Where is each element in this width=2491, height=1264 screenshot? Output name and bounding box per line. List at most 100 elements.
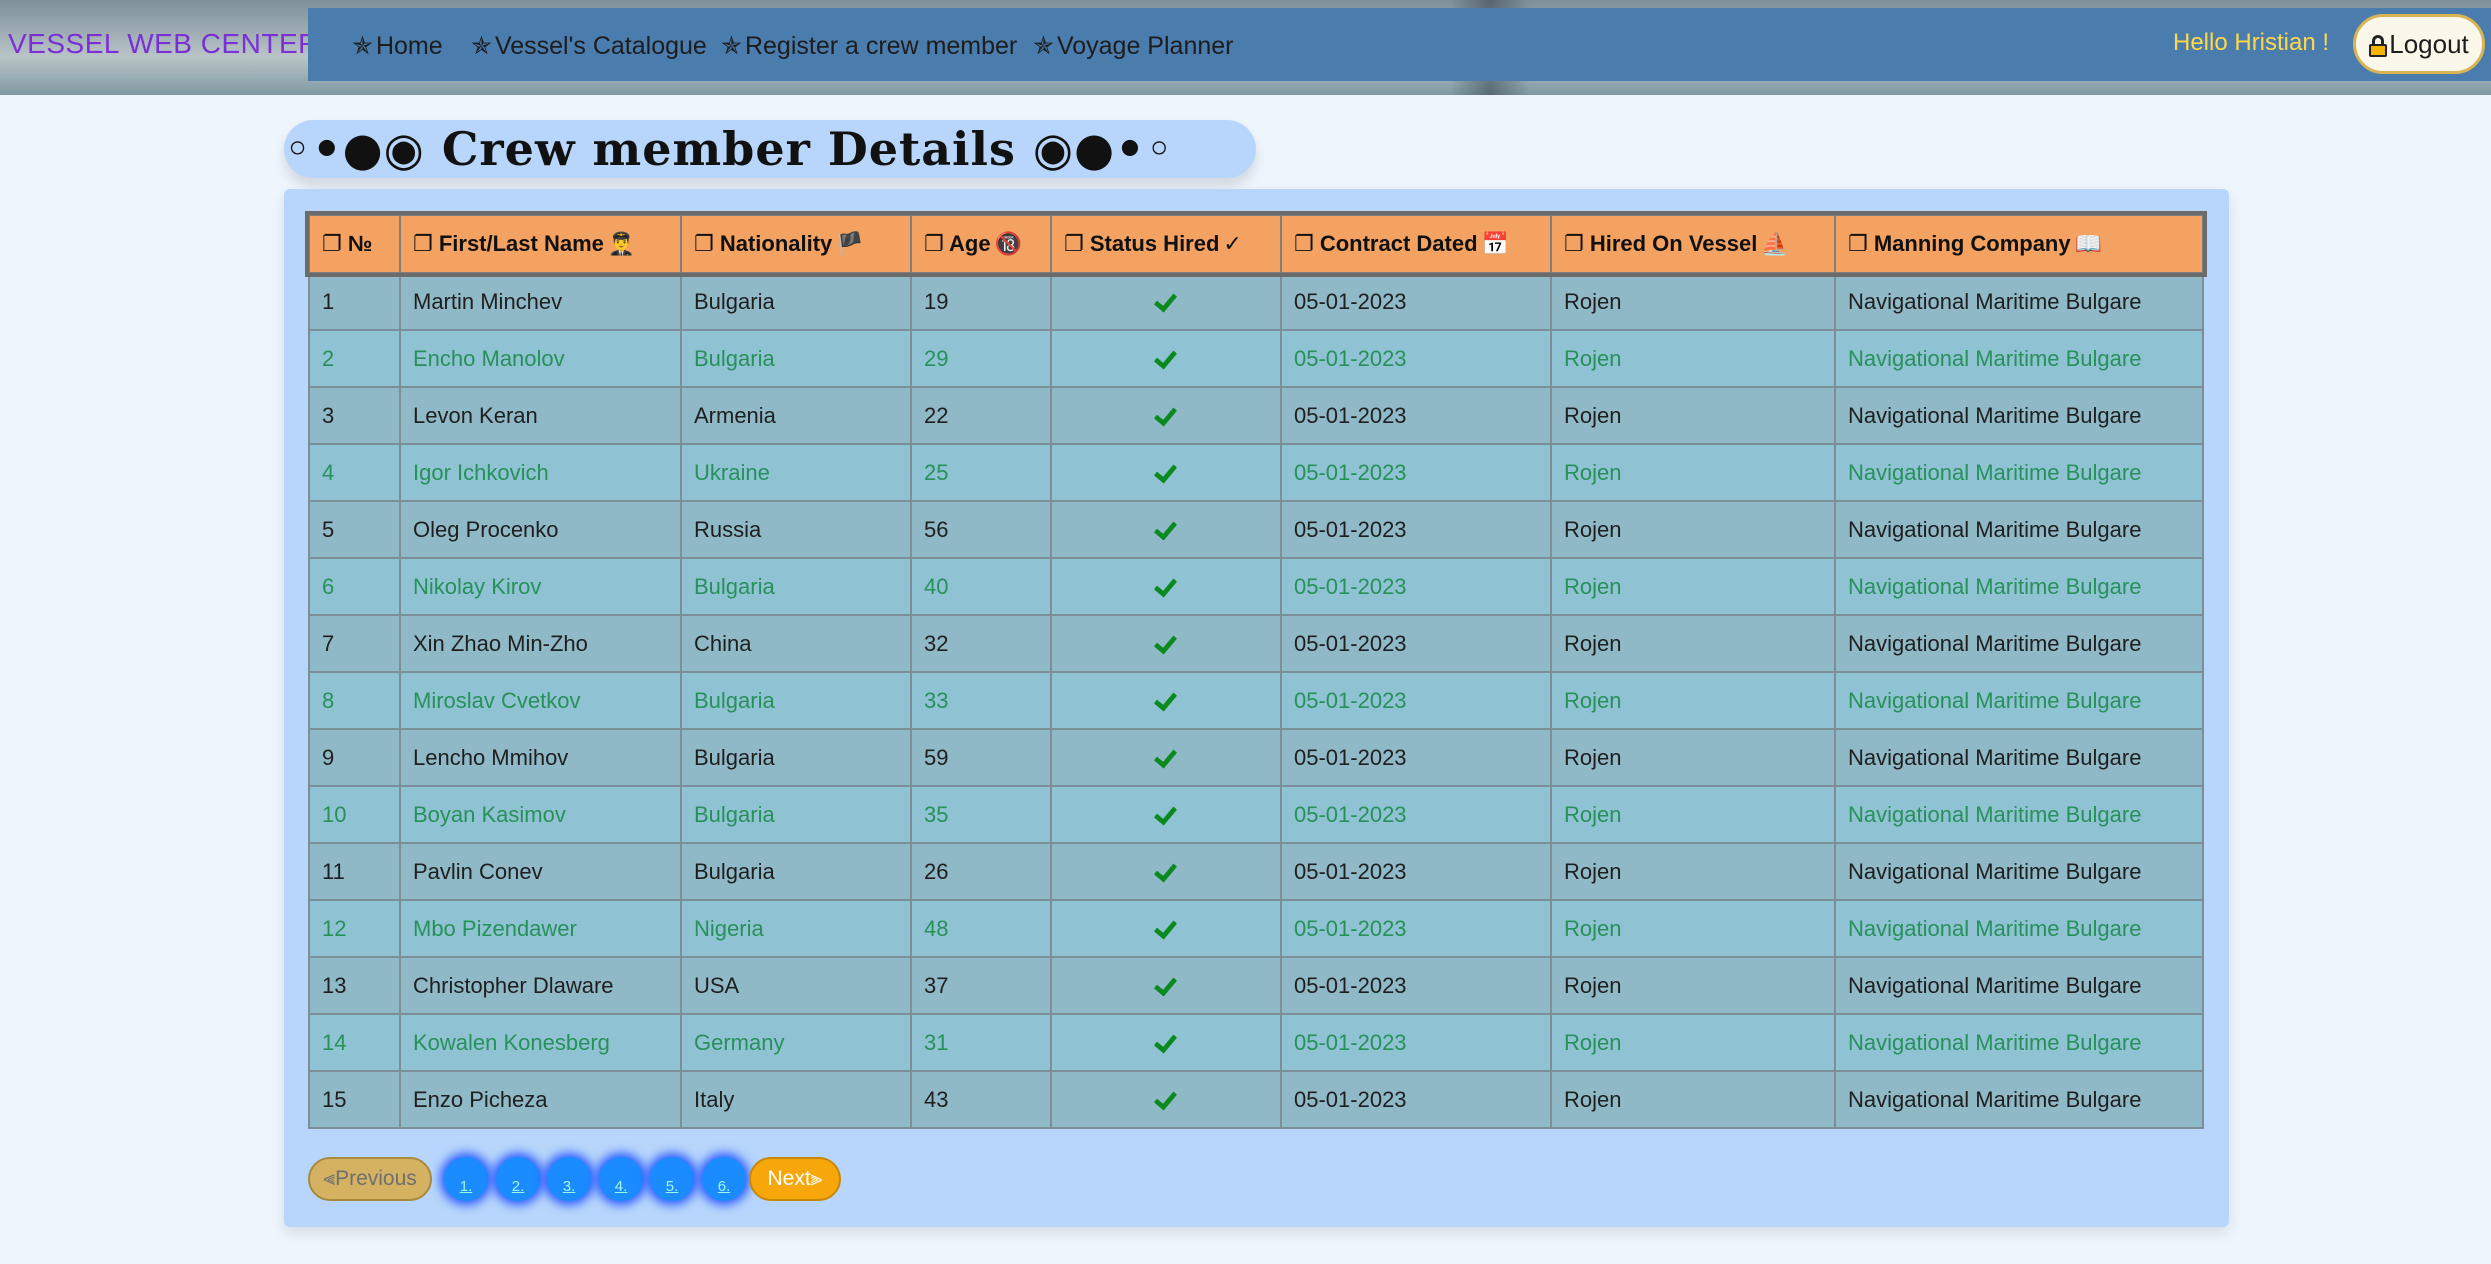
page-5-button[interactable]: 5. (650, 1157, 694, 1201)
nationality-cell: Bulgaria (680, 785, 912, 844)
nav-voyage-planner[interactable]: ✯ Voyage Planner (1033, 31, 1233, 61)
nationality-cell: Bulgaria (680, 842, 912, 901)
page-6-button[interactable]: 6. (702, 1157, 746, 1201)
sailboat-icon: ⛵ (1761, 231, 1789, 256)
name-cell: Encho Manolov (399, 329, 682, 388)
vessel-cell: Rojen (1550, 956, 1836, 1015)
table-row[interactable]: 14 Kowalen Konesberg Germany 31 05-01-2023 Ro… (308, 1013, 2204, 1072)
nav-vessels-catalogue[interactable]: ✯ Vessel's Catalogue (471, 31, 707, 61)
table-row[interactable]: 6 Nikolay Kirov Bulgaria 40 05-01-2023 Rojen N… (308, 557, 2204, 616)
vessel-cell: Rojen (1550, 1013, 1836, 1072)
star-icon: ✯ (352, 32, 373, 60)
next-page-button[interactable]: Next⫸ (749, 1157, 841, 1201)
vessel-cell: Rojen (1550, 842, 1836, 901)
column-header-number[interactable]: ❐ № (308, 214, 401, 274)
logout-button[interactable]: Logout (2353, 14, 2485, 74)
vessel-cell: Rojen (1550, 272, 1836, 331)
age-cell: 26 (910, 842, 1052, 901)
column-header-age[interactable]: ❐ Age 🔞 (910, 214, 1052, 274)
lock-icon (2369, 35, 2388, 57)
book-icon: 📖 (2074, 231, 2103, 256)
no-cell: 13 (308, 956, 401, 1015)
check-icon (1155, 863, 1177, 879)
page-2-button[interactable]: 2. (496, 1157, 540, 1201)
crew-table: ❐ № ❐ First/Last Name 👨‍✈️ ❐ Nationality 🏴… (305, 211, 2207, 1129)
company-cell: Navigational Maritime Bulgare (1834, 386, 2204, 445)
table-row[interactable]: 1 Martin Minchev Bulgaria 19 05-01-2023 Rojen… (308, 272, 2204, 331)
age-cell: 56 (910, 500, 1052, 559)
table-row[interactable]: 2 Encho Manolov Bulgaria 29 05-01-2023 Rojen N… (308, 329, 2204, 388)
nationality-cell: Bulgaria (680, 272, 912, 331)
age-cell: 22 (910, 386, 1052, 445)
name-cell: Martin Minchev (399, 272, 682, 331)
no-cell: 6 (308, 557, 401, 616)
company-cell: Navigational Maritime Bulgare (1834, 956, 2204, 1015)
table-row[interactable]: 10 Boyan Kasimov Bulgaria 35 05-01-2023 Rojen… (308, 785, 2204, 844)
name-cell: Nikolay Kirov (399, 557, 682, 616)
name-cell: Christopher Dlaware (399, 956, 682, 1015)
nationality-cell: Nigeria (680, 899, 912, 958)
table-row[interactable]: 13 Christopher Dlaware USA 37 05-01-2023 Roje… (308, 956, 2204, 1015)
company-cell: Navigational Maritime Bulgare (1834, 500, 2204, 559)
star-icon: ✯ (721, 32, 742, 60)
nationality-cell: Ukraine (680, 443, 912, 502)
company-cell: Navigational Maritime Bulgare (1834, 842, 2204, 901)
vessel-cell: Rojen (1550, 386, 1836, 445)
column-header-vessel[interactable]: ❐ Hired On Vessel ⛵ (1550, 214, 1836, 274)
table-row[interactable]: 11 Pavlin Conev Bulgaria 26 05-01-2023 Rojen N… (308, 842, 2204, 901)
status-cell (1050, 1070, 1282, 1129)
table-row[interactable]: 9 Lencho Mmihov Bulgaria 59 05-01-2023 Rojen N… (308, 728, 2204, 787)
check-icon (1155, 1091, 1177, 1107)
brand-logo[interactable]: VESSEL WEB CENTER (8, 28, 319, 60)
page-3-button[interactable]: 3. (547, 1157, 591, 1201)
nav-vessels-catalogue-label: Vessel's Catalogue (494, 32, 707, 60)
no-cell: 3 (308, 386, 401, 445)
column-header-contract-date[interactable]: ❐ Contract Dated 📅 (1280, 214, 1552, 274)
status-cell (1050, 1013, 1282, 1072)
table-row[interactable]: 5 Oleg Procenko Russia 56 05-01-2023 Rojen Nav… (308, 500, 2204, 559)
table-row[interactable]: 3 Levon Keran Armenia 22 05-01-2023 Rojen Navi… (308, 386, 2204, 445)
page-1-button[interactable]: 1. (444, 1157, 488, 1201)
table-row[interactable]: 7 Xin Zhao Min-Zho China 32 05-01-2023 Rojen N… (308, 614, 2204, 673)
navbar: ✯ Home ✯ Vessel's Catalogue ✯ Register a cr… (308, 8, 2491, 81)
date-cell: 05-01-2023 (1280, 329, 1552, 388)
nationality-cell: China (680, 614, 912, 673)
no-cell: 5 (308, 500, 401, 559)
date-cell: 05-01-2023 (1280, 557, 1552, 616)
column-header-nationality[interactable]: ❐ Nationality 🏴 (680, 214, 912, 274)
age-cell: 33 (910, 671, 1052, 730)
age-cell: 25 (910, 443, 1052, 502)
date-cell: 05-01-2023 (1280, 956, 1552, 1015)
status-cell (1050, 500, 1282, 559)
table-row[interactable]: 12 Mbo Pizendawer Nigeria 48 05-01-2023 Rojen… (308, 899, 2204, 958)
calendar-icon: 📅 (1481, 231, 1509, 256)
previous-page-button[interactable]: ⫷Previous (308, 1157, 432, 1201)
table-row[interactable]: 8 Miroslav Cvetkov Bulgaria 33 05-01-2023 Roj… (308, 671, 2204, 730)
check-icon (1155, 692, 1177, 708)
column-header-name[interactable]: ❐ First/Last Name 👨‍✈️ (399, 214, 682, 274)
vessel-cell: Rojen (1550, 728, 1836, 787)
check-icon (1155, 749, 1177, 765)
name-cell: Enzo Picheza (399, 1070, 682, 1129)
check-icon (1155, 521, 1177, 537)
date-cell: 05-01-2023 (1280, 500, 1552, 559)
page-4-button[interactable]: 4. (599, 1157, 643, 1201)
page-title: ◦•●◉ Crew member Details ◉●•◦ (284, 122, 1174, 176)
nav-register-crew[interactable]: ✯ Register a crew member (721, 31, 1017, 61)
nav-home[interactable]: ✯ Home (352, 31, 443, 61)
no-cell: 8 (308, 671, 401, 730)
table-row[interactable]: 4 Igor Ichkovich Ukraine 25 05-01-2023 Rojen N… (308, 443, 2204, 502)
check-icon (1155, 578, 1177, 594)
status-cell (1050, 956, 1282, 1015)
date-cell: 05-01-2023 (1280, 386, 1552, 445)
column-header-status[interactable]: ❐ Status Hired ✓ (1050, 214, 1282, 274)
date-cell: 05-01-2023 (1280, 785, 1552, 844)
check-icon (1155, 407, 1177, 423)
age-cell: 29 (910, 329, 1052, 388)
status-cell (1050, 728, 1282, 787)
age-18-icon: 🔞 (994, 231, 1022, 256)
table-row[interactable]: 15 Enzo Picheza Italy 43 05-01-2023 Rojen Navi… (308, 1070, 2204, 1129)
no-cell: 15 (308, 1070, 401, 1129)
vessel-cell: Rojen (1550, 1070, 1836, 1129)
column-header-company[interactable]: ❐ Manning Company 📖 (1834, 214, 2204, 274)
